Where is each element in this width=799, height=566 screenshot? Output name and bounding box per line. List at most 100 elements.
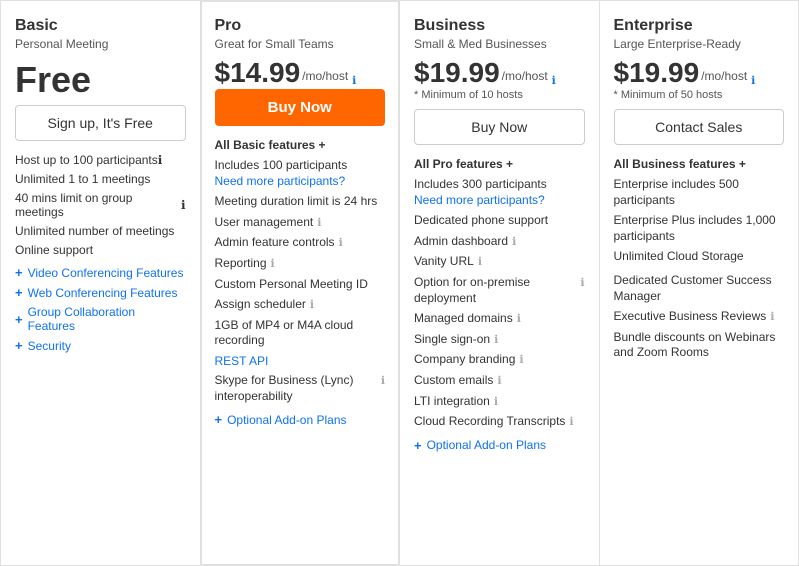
- expand-video-conferencing[interactable]: + Video Conferencing Features: [15, 265, 186, 280]
- addon-plus-icon: +: [414, 438, 422, 453]
- basic-feature-2: Unlimited 1 to 1 meetings: [15, 172, 186, 186]
- pro-feature-scheduler: Assign scheduler ℹ: [215, 297, 386, 313]
- plan-pro-name: Pro: [215, 17, 386, 35]
- info-icon: ℹ: [478, 255, 482, 269]
- pro-cta-button[interactable]: Buy Now: [215, 89, 386, 126]
- plan-pro-tagline: Great for Small Teams: [215, 37, 386, 51]
- enterprise-feature-reviews: Executive Business Reviews ℹ: [614, 309, 785, 325]
- pro-feature-admin-controls: Admin feature controls ℹ: [215, 235, 386, 251]
- business-feature-branding: Company branding ℹ: [414, 352, 585, 368]
- pro-feature-participants: Includes 100 participantsNeed more parti…: [215, 158, 386, 189]
- expand-plus-icon: +: [15, 312, 23, 327]
- pro-feature-cloud: 1GB of MP4 or M4A cloud recording: [215, 318, 386, 349]
- info-icon: ℹ: [381, 374, 385, 388]
- plan-pro-price-mo: /mo/host: [302, 69, 348, 83]
- expand-security-label: Security: [28, 339, 71, 353]
- pro-features-header: All Basic features +: [215, 138, 386, 152]
- plan-business-name: Business: [414, 17, 585, 35]
- basic-feature-5: Online support: [15, 243, 186, 257]
- plan-basic-name: Basic: [15, 17, 186, 35]
- plan-enterprise-name: Enterprise: [614, 17, 785, 35]
- pro-participants-link[interactable]: Need more participants?: [215, 174, 346, 188]
- expand-video-label: Video Conferencing Features: [28, 266, 184, 280]
- pro-feature-reporting: Reporting ℹ: [215, 256, 386, 272]
- info-icon: ℹ: [339, 236, 343, 250]
- plan-business-price-row: $19.99 /mo/host ℹ: [414, 59, 585, 87]
- info-icon: ℹ: [497, 374, 501, 388]
- info-icon: ℹ: [158, 153, 163, 167]
- enterprise-feature-csm: Dedicated Customer Success Manager: [614, 273, 785, 304]
- info-icon: ℹ: [580, 276, 584, 290]
- business-feature-transcripts: Cloud Recording Transcripts ℹ: [414, 414, 585, 430]
- business-feature-phone: Dedicated phone support: [414, 213, 585, 229]
- plan-enterprise-tagline: Large Enterprise-Ready: [614, 37, 785, 51]
- enterprise-features-header: All Business features +: [614, 157, 785, 171]
- info-icon: ℹ: [271, 257, 275, 271]
- enterprise-feature-storage: Unlimited Cloud Storage: [614, 249, 785, 265]
- info-icon: ℹ: [181, 198, 186, 212]
- plan-business: Business Small & Med Businesses $19.99 /…: [400, 1, 600, 565]
- pro-rest-api-link[interactable]: REST API: [215, 354, 386, 368]
- plan-basic-tagline: Personal Meeting: [15, 37, 186, 51]
- info-icon: ℹ: [519, 353, 523, 367]
- business-participants-link[interactable]: Need more participants?: [414, 193, 545, 207]
- expand-group-collaboration[interactable]: + Group Collaboration Features: [15, 305, 186, 333]
- enterprise-feature-500: Enterprise includes 500 participants: [614, 177, 785, 208]
- business-feature-dashboard: Admin dashboard ℹ: [414, 234, 585, 250]
- basic-feature-3: 40 mins limit on group meetings ℹ: [15, 191, 186, 219]
- plan-pro-price-row: $14.99 /mo/host ℹ: [215, 59, 386, 87]
- info-icon: ℹ: [494, 395, 498, 409]
- expand-plus-icon: +: [15, 338, 23, 353]
- info-icon: ℹ: [517, 312, 521, 326]
- plan-pro: Pro Great for Small Teams $14.99 /mo/hos…: [201, 1, 401, 565]
- business-feature-sso: Single sign-on ℹ: [414, 332, 585, 348]
- pro-addon-label: Optional Add-on Plans: [227, 413, 346, 427]
- pro-feature-custom-id: Custom Personal Meeting ID: [215, 277, 386, 293]
- info-icon: ℹ: [512, 235, 516, 249]
- plan-basic-price: Free: [15, 59, 186, 101]
- pro-addon-row[interactable]: + Optional Add-on Plans: [215, 412, 386, 427]
- business-feature-domains: Managed domains ℹ: [414, 311, 585, 327]
- pro-feature-duration: Meeting duration limit is 24 hrs: [215, 194, 386, 210]
- info-icon: ℹ: [569, 415, 573, 429]
- enterprise-feature-1000: Enterprise Plus includes 1,000 participa…: [614, 213, 785, 244]
- plan-business-tagline: Small & Med Businesses: [414, 37, 585, 51]
- plan-basic: Basic Personal Meeting Free Sign up, It'…: [1, 1, 201, 565]
- plan-pro-info-icon: ℹ: [352, 74, 356, 87]
- business-cta-button[interactable]: Buy Now: [414, 109, 585, 145]
- expand-group-label: Group Collaboration Features: [28, 305, 186, 333]
- plan-business-price-mo: /mo/host: [502, 69, 548, 83]
- expand-security[interactable]: + Security: [15, 338, 186, 353]
- business-feature-emails: Custom emails ℹ: [414, 373, 585, 389]
- info-icon: ℹ: [310, 298, 314, 312]
- plan-pro-price: $14.99: [215, 59, 301, 87]
- business-feature-lti: LTI integration ℹ: [414, 394, 585, 410]
- plan-enterprise-price-mo: /mo/host: [701, 69, 747, 83]
- plan-enterprise-note: * Minimum of 50 hosts: [614, 89, 785, 101]
- expand-web-conferencing[interactable]: + Web Conferencing Features: [15, 285, 186, 300]
- pro-feature-skype: Skype for Business (Lync) interoperabili…: [215, 373, 386, 404]
- info-icon: ℹ: [770, 310, 774, 324]
- expand-web-label: Web Conferencing Features: [28, 286, 178, 300]
- business-feature-participants: Includes 300 participantsNeed more parti…: [414, 177, 585, 208]
- expand-plus-icon: +: [15, 285, 23, 300]
- addon-plus-icon: +: [215, 412, 223, 427]
- expand-plus-icon: +: [15, 265, 23, 280]
- business-feature-vanity: Vanity URL ℹ: [414, 254, 585, 270]
- plan-enterprise: Enterprise Large Enterprise-Ready $19.99…: [600, 1, 799, 565]
- enterprise-feature-bundles: Bundle discounts on Webinars and Zoom Ro…: [614, 330, 785, 361]
- plan-business-info-icon: ℹ: [552, 74, 556, 87]
- info-icon: ℹ: [494, 333, 498, 347]
- business-addon-row[interactable]: + Optional Add-on Plans: [414, 438, 585, 453]
- plan-enterprise-price-row: $19.99 /mo/host ℹ: [614, 59, 785, 87]
- enterprise-cta-button[interactable]: Contact Sales: [614, 109, 785, 145]
- plan-business-price: $19.99: [414, 59, 500, 87]
- basic-cta-button[interactable]: Sign up, It's Free: [15, 105, 186, 141]
- business-features-header: All Pro features +: [414, 157, 585, 171]
- plan-business-note: * Minimum of 10 hosts: [414, 89, 585, 101]
- business-feature-premise: Option for on-premise deployment ℹ: [414, 275, 585, 306]
- plan-enterprise-info-icon: ℹ: [751, 74, 755, 87]
- business-addon-label: Optional Add-on Plans: [427, 438, 546, 452]
- pro-feature-user-mgmt: User management ℹ: [215, 215, 386, 231]
- pricing-table: Basic Personal Meeting Free Sign up, It'…: [0, 0, 799, 566]
